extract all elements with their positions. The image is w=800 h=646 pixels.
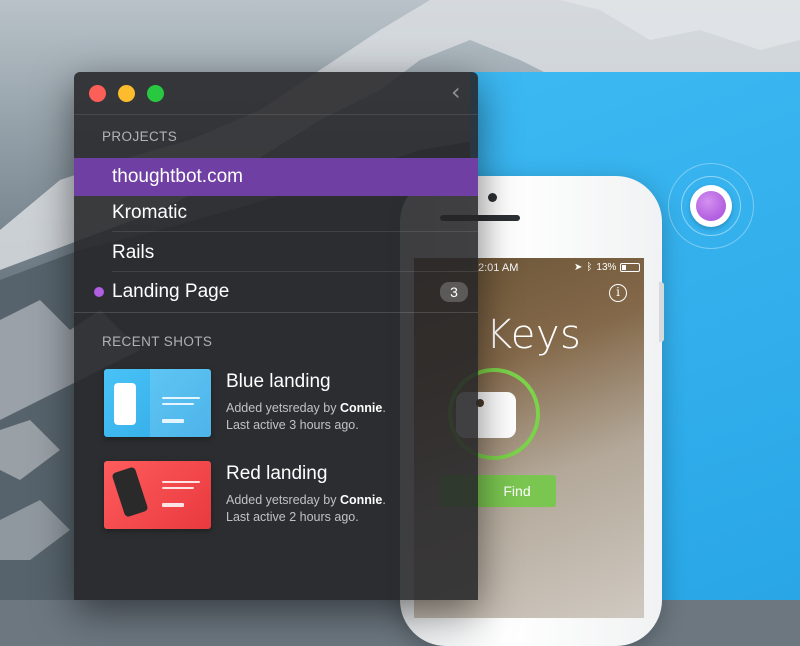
project-item-kromatic[interactable]: Kromatic: [74, 194, 478, 232]
shot-thumbnail: [104, 369, 211, 437]
recent-shots-header: RECENT SHOTS: [102, 334, 213, 349]
project-item-landing-page[interactable]: Landing Page 3: [74, 273, 478, 311]
divider: [112, 271, 478, 272]
section-divider: [74, 312, 478, 313]
shot-last-active: Last active 3 hours ago.: [226, 418, 359, 432]
status-time: 2:01 AM: [478, 262, 519, 274]
project-item-rails[interactable]: Rails: [74, 234, 478, 272]
iphone-camera: [488, 193, 497, 202]
shot-added-prefix: Added yetsreday by: [226, 493, 340, 507]
minimize-icon[interactable]: [118, 85, 135, 102]
chevron-left-icon[interactable]: ‹: [451, 80, 461, 104]
shot-added-suffix: .: [382, 401, 386, 415]
info-icon[interactable]: i: [609, 284, 627, 302]
shot-title: Red landing: [226, 463, 328, 484]
close-icon[interactable]: [89, 85, 106, 102]
shot-title: Blue landing: [226, 371, 331, 392]
shot-item-red-landing[interactable]: Red landing Added yetsreday by Connie. L…: [74, 461, 478, 533]
project-label: Kromatic: [112, 202, 187, 223]
shot-author: Connie: [339, 401, 383, 415]
shot-added-line: Added yetsreday by Connie.: [226, 401, 386, 415]
iphone-side-button: [659, 282, 664, 342]
record-button[interactable]: [690, 185, 732, 227]
bluetooth-icon: ᛒ: [586, 262, 593, 273]
project-label: Landing Page: [112, 281, 230, 302]
projects-window: ‹ PROJECTS thoughtbot.com Kromatic Rails…: [74, 72, 478, 600]
battery-icon: [620, 263, 641, 272]
shot-thumbnail: [104, 461, 211, 529]
count-badge: 3: [440, 282, 468, 302]
window-titlebar: ‹: [74, 72, 478, 115]
maximize-icon[interactable]: [147, 85, 164, 102]
project-label: thoughtbot.com: [112, 166, 243, 187]
project-label: Rails: [112, 242, 155, 263]
status-icons: ➤ ᛒ 13%: [574, 262, 641, 273]
projects-header: PROJECTS: [102, 129, 178, 144]
divider: [112, 231, 478, 232]
record-icon: [696, 191, 726, 221]
project-item-thoughtbot[interactable]: thoughtbot.com: [74, 158, 478, 196]
project-status-dot: [94, 287, 104, 297]
shot-added-suffix: .: [382, 493, 386, 507]
shot-author: Connie: [339, 493, 383, 507]
shot-item-blue-landing[interactable]: Blue landing Added yetsreday by Connie. …: [74, 369, 478, 441]
shot-added-prefix: Added yetsreday by: [226, 401, 340, 415]
shot-last-active: Last active 2 hours ago.: [226, 510, 359, 524]
app-title: Keys: [486, 312, 582, 358]
battery-percent: 13%: [596, 262, 617, 273]
shot-added-line: Added yetsreday by Connie.: [226, 493, 386, 507]
location-icon: ➤: [574, 262, 583, 273]
